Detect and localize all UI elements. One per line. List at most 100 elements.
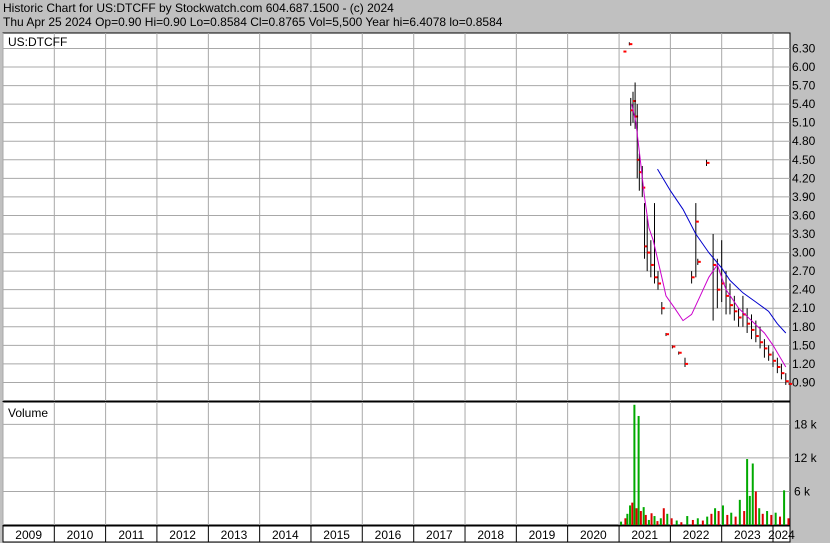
x-tick-label: 2011	[118, 528, 144, 542]
y-tick-label: 1.50	[792, 338, 816, 352]
price-panel-title: US:DTCFF	[8, 35, 67, 49]
volume-tick-label: 12 k	[794, 451, 818, 465]
y-tick-label: 5.40	[792, 97, 816, 111]
volume-bar	[787, 518, 790, 525]
close-tick	[755, 335, 759, 338]
volume-bar	[680, 522, 683, 525]
volume-bar	[686, 516, 689, 525]
y-tick-label: 2.70	[792, 264, 816, 278]
volume-bar	[653, 516, 656, 525]
volume-bar	[647, 519, 650, 525]
volume-bar	[758, 508, 761, 525]
y-tick-label: 4.20	[792, 171, 816, 185]
volume-bar	[734, 516, 737, 525]
x-tick-label: 2021	[631, 528, 658, 542]
close-tick	[772, 359, 776, 362]
volume-panel	[2, 401, 791, 526]
volume-bar	[717, 511, 720, 525]
volume-bar	[629, 505, 632, 525]
close-tick	[658, 282, 662, 285]
close-tick	[647, 251, 651, 254]
y-tick-label: 3.60	[792, 208, 816, 222]
volume-bar	[635, 508, 638, 525]
volume-bar	[633, 404, 636, 525]
volume-bar	[631, 502, 634, 525]
volume-bar	[670, 518, 673, 525]
close-tick	[650, 263, 654, 266]
close-tick	[691, 276, 695, 279]
volume-bar	[675, 520, 678, 525]
y-tick-label: 1.80	[792, 320, 816, 334]
volume-bar	[714, 508, 717, 525]
x-tick-label: 2015	[323, 528, 350, 542]
close-tick	[623, 50, 627, 53]
y-tick-label: 3.00	[792, 246, 816, 260]
volume-bar	[748, 495, 751, 525]
x-tick-label: 2014	[272, 528, 299, 542]
stock-chart: 6.30 6.00 5.70 5.40 5.10 4.80 4.50 4.20 3.90 3.60…	[2, 32, 818, 543]
close-tick	[738, 316, 742, 319]
y-tick-label: 6.00	[792, 60, 816, 74]
volume-bar	[721, 505, 724, 525]
x-tick-label: 2017	[426, 528, 453, 542]
y-tick-label: 3.30	[792, 227, 816, 241]
close-tick	[629, 43, 633, 46]
close-tick	[734, 310, 738, 313]
close-tick	[695, 220, 699, 223]
volume-bar	[738, 499, 741, 525]
volume-bar	[620, 521, 623, 525]
volume-bar	[746, 459, 749, 525]
x-tick-label: 2009	[15, 528, 42, 542]
volume-bar	[774, 512, 777, 525]
volume-tick-label: 18 k	[794, 417, 818, 431]
chart-window: Historic Chart for US:DTCFF by Stockwatc…	[0, 0, 830, 543]
close-tick	[661, 307, 665, 310]
volume-bar	[666, 513, 669, 525]
close-tick	[654, 276, 658, 279]
close-tick	[713, 263, 717, 266]
y-tick-label: 5.10	[792, 116, 816, 130]
close-tick	[785, 380, 789, 383]
volume-bar	[743, 511, 746, 525]
volume-bar	[691, 519, 694, 525]
volume-bar	[761, 513, 764, 525]
volume-bar	[779, 516, 782, 525]
volume-bar	[624, 518, 627, 525]
volume-bar	[650, 513, 653, 525]
y-tick-label: 4.50	[792, 153, 816, 167]
close-tick	[697, 260, 701, 263]
volume-bar	[706, 516, 709, 525]
close-tick	[678, 351, 682, 354]
x-tick-label: 2023	[734, 528, 761, 542]
volume-bar	[642, 507, 645, 525]
y-tick-labels: 6.30 6.00 5.70 5.40 5.10 4.80 4.50 4.20 3.90 3.60…	[792, 41, 818, 498]
volume-bar	[726, 514, 729, 525]
close-tick	[717, 288, 721, 291]
close-tick	[764, 347, 768, 350]
volume-bar	[656, 521, 659, 525]
y-tick-label: 0.90	[792, 375, 816, 389]
close-tick	[685, 362, 689, 365]
y-tick-label: 3.90	[792, 190, 816, 204]
x-tick-label: 2022	[683, 528, 710, 542]
volume-bar	[754, 491, 757, 525]
y-tick-label: 1.20	[792, 357, 816, 371]
x-tick-label: 2020	[580, 528, 607, 542]
close-tick	[672, 345, 676, 348]
volume-bar	[659, 518, 662, 525]
close-tick	[747, 322, 751, 325]
x-tick-label: 2016	[375, 528, 402, 542]
volume-bar	[644, 514, 647, 525]
volume-bar	[766, 511, 769, 525]
close-tick	[768, 353, 772, 356]
x-tick-label: 2012	[169, 528, 196, 542]
close-tick	[760, 341, 764, 344]
y-tick-label: 2.40	[792, 283, 816, 297]
x-tick-label: 2018	[477, 528, 504, 542]
close-tick	[666, 333, 670, 336]
volume-bar	[637, 415, 640, 525]
close-tick	[729, 304, 733, 307]
close-tick	[706, 161, 710, 164]
y-tick-label: 6.30	[792, 41, 816, 55]
volume-bar	[639, 511, 642, 525]
